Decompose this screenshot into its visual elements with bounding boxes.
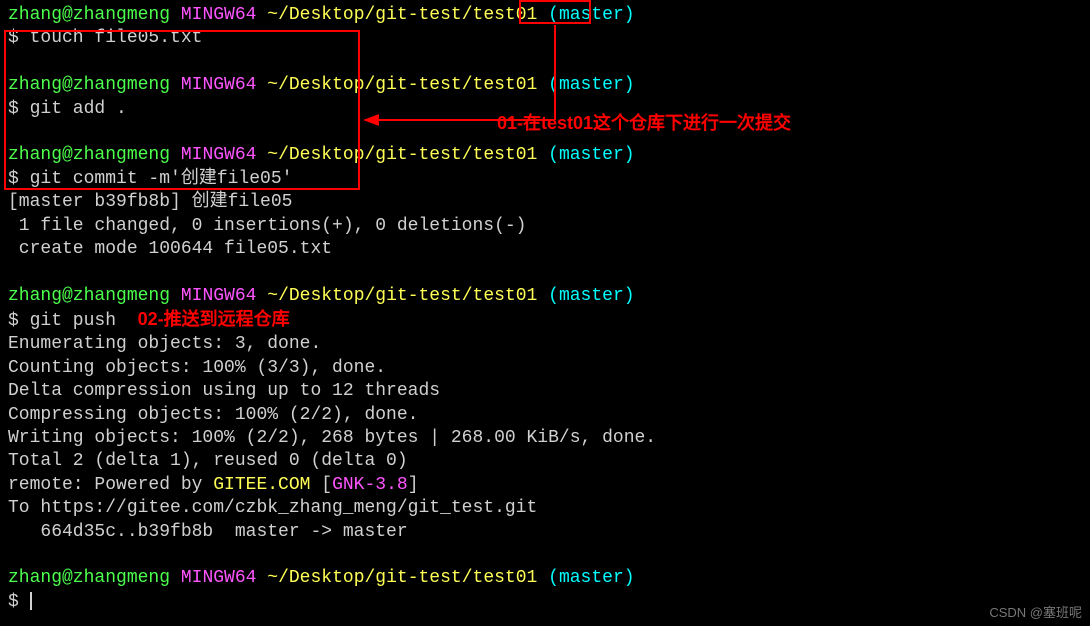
output-push-9: 664d35c..b39fb8b master -> master — [8, 521, 1082, 544]
annotation-01: 01-在test01这个仓库下进行一次提交 — [497, 112, 791, 135]
gitee-host: GITEE.COM — [213, 475, 310, 495]
prompt-path: ~/Desktop/git-test/test01 — [267, 5, 537, 25]
prompt-branch: (master) — [548, 5, 634, 25]
output-push-7: remote: Powered by GITEE.COM [GNK-3.8] — [8, 474, 1082, 497]
prompt-line-5: zhang@zhangmeng MINGW64 ~/Desktop/git-te… — [8, 567, 1082, 590]
output-push-6: Total 2 (delta 1), reused 0 (delta 0) — [8, 450, 1082, 473]
prompt-line-1: zhang@zhangmeng MINGW64 ~/Desktop/git-te… — [8, 4, 1082, 27]
output-push-1: Enumerating objects: 3, done. — [8, 333, 1082, 356]
output-push-8: To https://gitee.com/czbk_zhang_meng/git… — [8, 497, 1082, 520]
command-git-commit: $ git commit -m'创建file05' — [8, 168, 1082, 191]
annotation-02: 02-推送到远程仓库 — [138, 309, 290, 329]
command-git-push-line: $ git push 02-推送到远程仓库 — [8, 308, 1082, 333]
command-git-push: $ git push — [8, 311, 138, 331]
blank-line — [8, 544, 1082, 567]
cursor-icon — [30, 592, 32, 610]
command-touch: $ touch file05.txt — [8, 27, 1082, 50]
prompt-line-3: zhang@zhangmeng MINGW64 ~/Desktop/git-te… — [8, 144, 1082, 167]
output-commit-3: create mode 100644 file05.txt — [8, 238, 1082, 261]
final-prompt-line[interactable]: $ — [8, 591, 1082, 614]
blank-line — [8, 261, 1082, 284]
prompt-line-4: zhang@zhangmeng MINGW64 ~/Desktop/git-te… — [8, 285, 1082, 308]
output-push-4: Compressing objects: 100% (2/2), done. — [8, 404, 1082, 427]
prompt-line-2: zhang@zhangmeng MINGW64 ~/Desktop/git-te… — [8, 74, 1082, 97]
gnk-version: GNK-3.8 — [332, 475, 408, 495]
output-push-3: Delta compression using up to 12 threads — [8, 380, 1082, 403]
prompt-shell: MINGW64 — [181, 5, 257, 25]
output-push-2: Counting objects: 100% (3/3), done. — [8, 357, 1082, 380]
output-push-5: Writing objects: 100% (2/2), 268 bytes |… — [8, 427, 1082, 450]
watermark: CSDN @塞班呢 — [989, 605, 1082, 622]
output-commit-2: 1 file changed, 0 insertions(+), 0 delet… — [8, 215, 1082, 238]
prompt-user: zhang@zhangmeng — [8, 5, 170, 25]
output-commit-1: [master b39fb8b] 创建file05 — [8, 191, 1082, 214]
blank-line — [8, 51, 1082, 74]
